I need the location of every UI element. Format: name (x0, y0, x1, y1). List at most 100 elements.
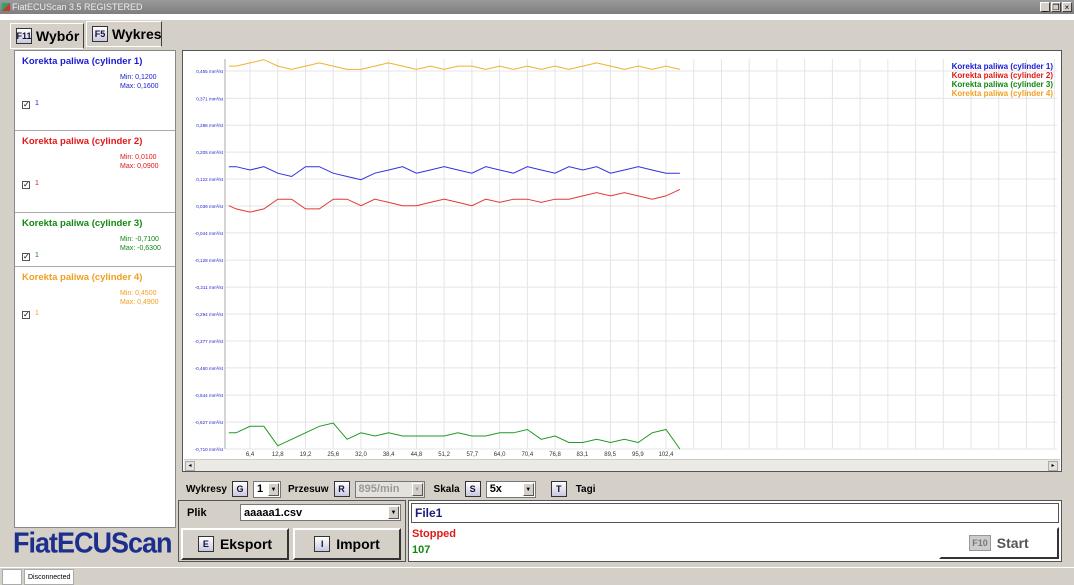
channel-checkbox[interactable]: ✓ (22, 253, 30, 261)
export-button[interactable]: E Eksport (181, 528, 289, 560)
przesuw-label: Przesuw (287, 483, 329, 495)
import-button[interactable]: I Import (293, 528, 401, 560)
start-button[interactable]: F10 Start (939, 527, 1059, 559)
channel-item[interactable]: Korekta paliwa (cylinder 2) Min: 0,0100 Ma… (15, 131, 175, 213)
y-tick-label: 0,455 mm³/st (196, 69, 224, 74)
button-label: Start (996, 535, 1029, 551)
button-label: Import (336, 536, 380, 552)
y-tick-label: -0,294 mm³/st (195, 312, 224, 317)
status-panel: File1 Stopped 107 F10 Start (408, 500, 1062, 562)
tab-wybor[interactable]: F11 Wybór (10, 23, 84, 49)
file-name-field[interactable]: File1 (411, 503, 1059, 523)
channel-checkbox[interactable]: ✓ (22, 101, 30, 109)
close-button[interactable]: × (1062, 2, 1072, 12)
x-tick-label: 89,5 (604, 452, 616, 458)
chart-controls: Wykresy G 1 ▼ Przesuw R 895/min ▼ Skala S … (186, 479, 596, 499)
x-tick-label: 70,4 (521, 452, 533, 458)
channel-min: Min: 0,1200 (120, 74, 157, 81)
status-bar: Disconnected (0, 567, 1074, 585)
chart: 0,455 mm³/st 0,371 mm³/st 0,288 mm³/st 0,20… (182, 50, 1062, 472)
tab-label: Wykres (112, 26, 162, 42)
key-e: E (197, 536, 214, 552)
file-select[interactable]: aaaaa1.csv ▼ (240, 504, 401, 521)
przesuw-select[interactable]: 895/min ▼ (354, 480, 425, 498)
channel-item[interactable]: Korekta paliwa (cylinder 3) Min: -0,7100 M… (15, 213, 175, 267)
x-tick-label: 44,8 (411, 452, 423, 458)
x-tick-label: 83,1 (577, 452, 589, 458)
channel-min: Min: 0,4500 (120, 290, 157, 297)
channel-max: Max: 0,4900 (120, 299, 159, 306)
channel-item[interactable]: Korekta paliwa (cylinder 4) Min: 0,4500 Ma… (15, 267, 175, 349)
button-label: Eksport (219, 536, 273, 552)
restore-button[interactable]: ❐ (1051, 2, 1061, 12)
x-tick-label: 32,0 (355, 452, 367, 458)
status-cell (2, 569, 22, 585)
channel-max: Max: 0,0900 (120, 163, 159, 170)
chevron-down-icon[interactable]: ▼ (522, 482, 534, 496)
key-i: I (314, 536, 331, 552)
y-tick-label: 0,371 mm³/st (196, 96, 224, 101)
key-g[interactable]: G (231, 481, 248, 497)
file-label: Plik (187, 507, 207, 519)
x-tick-label: 102,4 (658, 452, 674, 458)
x-tick-label: 64,0 (494, 452, 506, 458)
app-icon (2, 3, 10, 11)
skala-select[interactable]: 5x ▼ (485, 480, 536, 498)
legend-entry: Korekta paliwa (cylinder 3) (952, 80, 1054, 89)
run-state: Stopped (412, 528, 456, 540)
key-f10: F10 (969, 535, 991, 551)
file-panel: Plik aaaaa1.csv ▼ E Eksport I Import (178, 500, 406, 562)
x-tick-label: 95,9 (632, 452, 644, 458)
key-r[interactable]: R (333, 481, 350, 497)
chevron-down-icon[interactable]: ▼ (267, 482, 279, 496)
channel-checkbox[interactable]: ✓ (22, 311, 30, 319)
x-tick-label: 12,8 (272, 452, 284, 458)
horizontal-scrollbar[interactable]: ◂ ▸ (184, 459, 1060, 471)
select-value: 1 (256, 483, 264, 495)
legend-entry: Korekta paliwa (cylinder 2) (952, 71, 1054, 80)
x-tick-label: 51,2 (438, 452, 450, 458)
logo: FiatECUScan (13, 527, 173, 559)
key-s[interactable]: S (464, 481, 481, 497)
scroll-left-icon[interactable]: ◂ (185, 461, 195, 471)
y-tick-label: -0,211 mm³/st (195, 285, 224, 290)
channel-title: Korekta paliwa (cylinder 3) (22, 218, 143, 229)
channel-list: Korekta paliwa (cylinder 1) Min: 0,1200 Ma… (14, 50, 176, 528)
scroll-right-icon[interactable]: ▸ (1048, 461, 1058, 471)
channel-max: Max: -0,6300 (120, 245, 161, 252)
y-tick-label: -0,710 mm³/st (195, 447, 224, 452)
series-line (228, 166, 680, 181)
y-tick-label: -0,044 mm³/st (195, 231, 224, 236)
channel-number: 1 (35, 180, 39, 187)
connection-status: Disconnected (24, 569, 74, 585)
chevron-down-icon[interactable]: ▼ (411, 482, 423, 496)
series-line (228, 188, 681, 213)
series-line (228, 422, 681, 450)
y-tick-label: 0,288 mm³/st (196, 123, 224, 128)
channel-max: Max: 0,1600 (120, 83, 159, 90)
x-tick-label: 76,8 (549, 452, 561, 458)
menu-area (0, 14, 1074, 20)
minimize-button[interactable]: _ (1040, 2, 1050, 12)
window-title: FiatECUScan 3.5 REGISTERED (12, 2, 143, 12)
tagi-label: Tagi (575, 483, 596, 495)
channel-min: Min: 0,0100 (120, 154, 157, 161)
y-tick-label: -0,128 mm³/st (195, 258, 224, 263)
key-f11: F11 (16, 28, 32, 44)
key-f5: F5 (92, 26, 108, 42)
channel-number: 1 (35, 252, 39, 259)
wykresy-select[interactable]: 1 ▼ (252, 480, 281, 498)
chevron-down-icon[interactable]: ▼ (388, 506, 399, 519)
y-tick-label: -0,377 mm³/st (195, 339, 224, 344)
channel-title: Korekta paliwa (cylinder 1) (22, 56, 143, 67)
channel-item[interactable]: Korekta paliwa (cylinder 1) Min: 0,1200 Ma… (15, 51, 175, 131)
select-value: aaaaa1.csv (244, 506, 303, 519)
x-tick-label: 25,6 (327, 452, 339, 458)
x-tick-label: 38,4 (383, 452, 395, 458)
y-tick-label: -0,627 mm³/st (195, 420, 224, 425)
title-bar: FiatECUScan 3.5 REGISTERED (0, 0, 1074, 14)
tab-wykres[interactable]: F5 Wykres (86, 21, 162, 47)
channel-number: 1 (35, 100, 39, 107)
channel-checkbox[interactable]: ✓ (22, 181, 30, 189)
key-t[interactable]: T (550, 481, 567, 497)
